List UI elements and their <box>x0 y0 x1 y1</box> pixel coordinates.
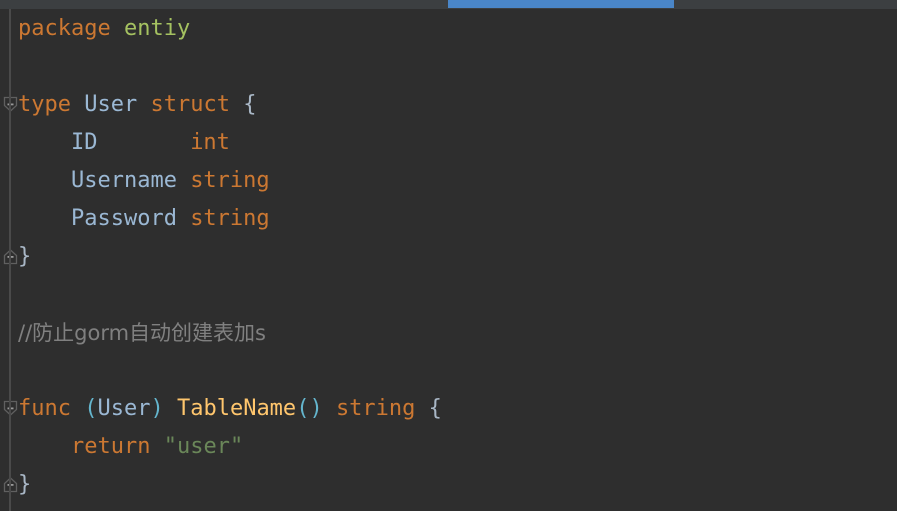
code-line-4[interactable]: ID int <box>0 124 897 162</box>
token-paren: ) <box>309 396 323 421</box>
token-builtin: string <box>190 206 270 231</box>
code-editor-window: package entiy type User struct { ID int U… <box>0 0 897 511</box>
editor-top-strip <box>0 0 897 9</box>
token-paren: ( <box>84 396 98 421</box>
code-line-8[interactable] <box>0 276 897 314</box>
token-field: Username <box>18 168 191 193</box>
token-type: User <box>84 92 138 117</box>
token-keyword: return <box>70 434 151 459</box>
token-brace: } <box>18 244 32 269</box>
token-brace: { <box>428 396 442 421</box>
code-line-13[interactable]: } <box>0 466 897 504</box>
token-type: User <box>97 396 151 421</box>
token-builtin: string <box>335 396 416 421</box>
code-line-10[interactable] <box>0 352 897 390</box>
code-line-5[interactable]: Username string <box>0 162 897 200</box>
code-line-2[interactable] <box>0 48 897 86</box>
active-tab-accent-bar <box>448 0 674 8</box>
token-comment: //防止gorm自动创建表加s <box>18 321 266 345</box>
code-line-6[interactable]: Password string <box>0 200 897 238</box>
token-brace: } <box>18 472 32 497</box>
code-line-1[interactable]: package entiy <box>0 10 897 48</box>
code-line-9[interactable]: //防止gorm自动创建表加s <box>0 314 897 352</box>
token-paren: ) <box>150 396 164 421</box>
token-keyword: type <box>18 92 71 117</box>
token-paren: ( <box>296 396 310 421</box>
token-field: Password <box>18 206 191 231</box>
token-builtin: int <box>190 130 230 155</box>
token-func: TableName <box>176 396 297 421</box>
token-package: entiy <box>123 16 191 41</box>
token-builtin: string <box>190 168 270 193</box>
code-line-11[interactable]: func (User) TableName() string { <box>0 390 897 428</box>
token-brace: { <box>243 92 257 117</box>
token-string: "user" <box>163 434 244 459</box>
code-line-7[interactable]: } <box>0 238 897 276</box>
code-line-12[interactable]: return "user" <box>0 428 897 466</box>
token-keyword: package <box>18 16 111 41</box>
code-content-area[interactable]: package entiy type User struct { ID int U… <box>0 9 897 511</box>
token-field: ID <box>18 130 191 155</box>
token-keyword: struct <box>150 92 230 117</box>
code-line-3[interactable]: type User struct { <box>0 86 897 124</box>
token-keyword: func <box>18 396 71 421</box>
